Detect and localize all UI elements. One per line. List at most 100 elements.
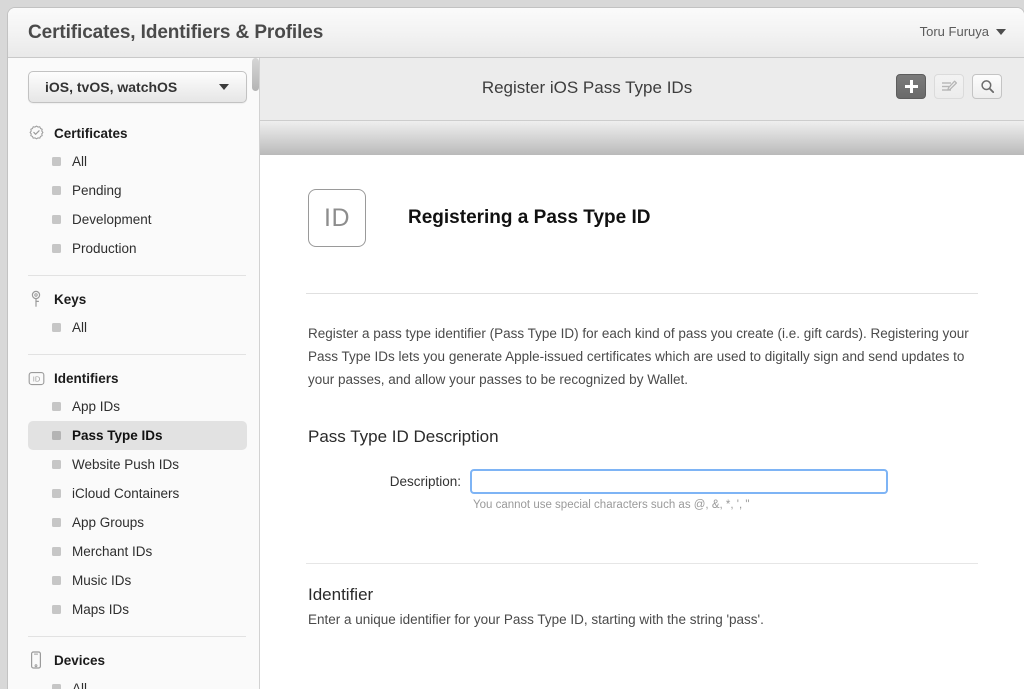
- divider: [306, 563, 978, 564]
- page-title: Certificates, Identifiers & Profiles: [28, 22, 324, 43]
- identifier-section-subtitle: Enter a unique identifier for your Pass …: [308, 612, 764, 627]
- chevron-down-icon: [996, 28, 1006, 35]
- doc-intro-text: Register a pass type identifier (Pass Ty…: [308, 326, 969, 387]
- search-button[interactable]: [972, 74, 1002, 99]
- plus-icon: [904, 80, 918, 93]
- description-input[interactable]: [470, 469, 888, 494]
- sidebar-group: Certificates All Pending Development Product…: [8, 119, 259, 266]
- sidebar: iOS, tvOS, watchOS Certificates All Pendin…: [8, 58, 260, 689]
- sidebar-item-label: Music IDs: [72, 573, 132, 588]
- sidebar-item-label: All: [72, 154, 88, 169]
- sidebar-item-icloud-containers[interactable]: iCloud Containers: [28, 479, 247, 508]
- sidebar-item-label: Pass Type IDs: [72, 428, 163, 443]
- sidebar-item-maps-ids[interactable]: Maps IDs: [28, 595, 247, 624]
- bullet-icon: [52, 323, 61, 332]
- id-box-icon: ID: [27, 369, 45, 387]
- bullet-icon: [52, 431, 61, 440]
- sidebar-group: Devices All: [8, 646, 259, 689]
- main-content: ID Registering a Pass Type ID Register a…: [260, 156, 1024, 627]
- bullet-icon: [52, 460, 61, 469]
- bullet-icon: [52, 186, 61, 195]
- platform-select-value: iOS, tvOS, watchOS: [45, 79, 178, 95]
- account-name: Toru Furuya: [919, 24, 989, 39]
- sidebar-group-title: Keys: [54, 291, 87, 307]
- search-icon: [980, 80, 994, 94]
- sidebar-item-label: iCloud Containers: [72, 486, 180, 501]
- sidebar-item-website-push-ids[interactable]: Website Push IDs: [28, 450, 247, 479]
- sidebar-item-label: App IDs: [72, 399, 121, 414]
- sidebar-group-header-devices: Devices: [8, 646, 259, 674]
- sidebar-item-label: Pending: [72, 183, 122, 198]
- sidebar-group-title: Identifiers: [54, 370, 119, 386]
- sidebar-item-label: Production: [72, 241, 137, 256]
- bullet-icon: [52, 605, 61, 614]
- app-topbar: Certificates, Identifiers & Profiles Tor…: [8, 8, 1024, 58]
- account-menu[interactable]: Toru Furuya: [920, 24, 1006, 39]
- sidebar-separator: [28, 354, 246, 355]
- sidebar-group-header-keys: Keys: [8, 285, 259, 313]
- header-shadow-band: [260, 121, 1024, 156]
- sidebar-group-title: Devices: [54, 652, 106, 668]
- main-header: Register iOS Pass Type IDs: [260, 58, 1024, 121]
- bullet-icon: [52, 157, 61, 166]
- sidebar-nav: Certificates All Pending Development Product…: [8, 119, 259, 689]
- sidebar-separator: [28, 636, 246, 637]
- svg-text:ID: ID: [32, 374, 40, 383]
- key-icon: [27, 290, 45, 308]
- app-body: iOS, tvOS, watchOS Certificates All Pendin…: [8, 58, 1024, 689]
- bullet-icon: [52, 244, 61, 253]
- sidebar-item-all[interactable]: All: [28, 147, 247, 176]
- bullet-icon: [52, 684, 61, 689]
- sidebar-item-merchant-ids[interactable]: Merchant IDs: [28, 537, 247, 566]
- description-label: Description:: [389, 474, 461, 489]
- main-toolbar: [896, 74, 1002, 99]
- id-badge-icon: ID: [308, 189, 366, 247]
- platform-select[interactable]: iOS, tvOS, watchOS: [28, 71, 247, 103]
- sidebar-item-production[interactable]: Production: [28, 234, 247, 263]
- sidebar-item-all[interactable]: All: [28, 674, 247, 689]
- identifier-section-title: Identifier: [308, 585, 374, 604]
- sidebar-item-label: App Groups: [72, 515, 145, 530]
- description-section-title: Pass Type ID Description: [308, 427, 499, 446]
- device-icon: [27, 651, 45, 669]
- sidebar-item-app-groups[interactable]: App Groups: [28, 508, 247, 537]
- doc-title: Registering a Pass Type ID: [408, 207, 651, 228]
- bullet-icon: [52, 215, 61, 224]
- sidebar-group-header-certificates: Certificates: [8, 119, 259, 147]
- sidebar-item-label: All: [72, 681, 88, 689]
- bullet-icon: [52, 402, 61, 411]
- sidebar-group: Keys All: [8, 285, 259, 345]
- bullet-icon: [52, 576, 61, 585]
- sidebar-item-pending[interactable]: Pending: [28, 176, 247, 205]
- sidebar-item-music-ids[interactable]: Music IDs: [28, 566, 247, 595]
- add-button[interactable]: [896, 74, 926, 99]
- sidebar-item-all[interactable]: All: [28, 313, 247, 342]
- bullet-icon: [52, 518, 61, 527]
- sidebar-scrollbar[interactable]: [251, 58, 259, 689]
- sidebar-item-pass-type-ids[interactable]: Pass Type IDs: [28, 421, 247, 450]
- description-field-row: Description: You cannot use special char…: [306, 469, 978, 511]
- sidebar-item-label: All: [72, 320, 88, 335]
- sidebar-group: ID Identifiers App IDs Pass Type IDs Website…: [8, 364, 259, 627]
- description-hint: You cannot use special characters such a…: [473, 499, 750, 511]
- sidebar-item-label: Development: [72, 212, 152, 227]
- sidebar-scroll-area: iOS, tvOS, watchOS Certificates All Pendin…: [8, 58, 259, 689]
- edit-button[interactable]: [934, 74, 964, 99]
- sidebar-group-title: Certificates: [54, 125, 128, 141]
- sidebar-separator: [28, 275, 246, 276]
- doc-header: ID Registering a Pass Type ID: [306, 156, 978, 247]
- scrollbar-thumb[interactable]: [252, 58, 259, 91]
- certificate-badge-icon: [27, 124, 45, 142]
- app-window: Certificates, Identifiers & Profiles Tor…: [8, 8, 1024, 689]
- edit-pencil-icon: [941, 80, 957, 91]
- main-panel: Register iOS Pass Type IDs ID Registerin…: [260, 58, 1024, 689]
- description-field-column: You cannot use special characters such a…: [470, 469, 888, 511]
- divider: [306, 293, 978, 294]
- sidebar-item-development[interactable]: Development: [28, 205, 247, 234]
- sidebar-item-label: Merchant IDs: [72, 544, 153, 559]
- sidebar-group-header-identifiers: ID Identifiers: [8, 364, 259, 392]
- sidebar-item-label: Maps IDs: [72, 602, 130, 617]
- chevron-down-icon: [219, 84, 229, 90]
- sidebar-item-app-ids[interactable]: App IDs: [28, 392, 247, 421]
- bullet-icon: [52, 489, 61, 498]
